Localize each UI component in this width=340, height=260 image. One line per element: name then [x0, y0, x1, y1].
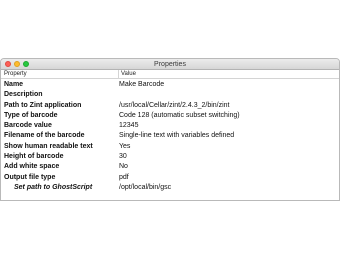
window-title: Properties — [154, 61, 186, 68]
property-name: Height of barcode — [4, 153, 64, 161]
property-name: Output file type — [4, 173, 56, 181]
property-name: Barcode value — [4, 122, 52, 130]
property-name: Set path to GhostScript — [14, 183, 93, 191]
table-row[interactable]: Add white space No — [1, 162, 339, 172]
property-value[interactable]: Make Barcode — [119, 80, 164, 90]
table-row[interactable]: Filename of the barcode Single-line text… — [1, 131, 339, 141]
property-value[interactable]: pdf — [119, 173, 129, 183]
property-value[interactable]: /usr/local/Cellar/zint/2.4.3_2/bin/zint — [119, 101, 230, 111]
table-row[interactable]: Height of barcode 30 — [1, 152, 339, 162]
property-value[interactable]: Yes — [119, 142, 130, 152]
table-row[interactable]: Type of barcode Code 128 (automatic subs… — [1, 111, 339, 121]
table-row[interactable]: Name Make Barcode — [1, 80, 339, 90]
table-row[interactable]: Path to Zint application /usr/local/Cell… — [1, 101, 339, 111]
property-value[interactable]: Code 128 (automatic subset switching) — [119, 111, 240, 121]
property-name: Description — [4, 91, 43, 99]
property-value[interactable]: 30 — [119, 152, 127, 162]
column-header-value[interactable]: Value — [118, 70, 136, 79]
properties-table: Name Make Barcode Description Path to Zi… — [1, 80, 339, 193]
table-header: Property Value — [1, 70, 339, 79]
properties-window: Properties Property Value Name Make Barc… — [0, 58, 340, 201]
property-value[interactable]: 12345 — [119, 121, 138, 131]
column-header-property[interactable]: Property — [4, 70, 27, 79]
property-value[interactable]: Single-line text with variables defined — [119, 131, 234, 141]
table-row[interactable]: Set path to GhostScript /opt/local/bin/g… — [1, 183, 339, 193]
table-row[interactable]: Barcode value 12345 — [1, 121, 339, 131]
table-row[interactable]: Show human readable text Yes — [1, 142, 339, 152]
title-bar[interactable]: Properties — [1, 59, 339, 70]
property-value[interactable]: No — [119, 162, 128, 172]
table-row[interactable]: Description — [1, 90, 339, 100]
property-name: Filename of the barcode — [4, 132, 85, 140]
property-name: Name — [4, 81, 24, 88]
property-name: Path to Zint application — [4, 101, 82, 109]
property-name: Add white space — [4, 163, 60, 171]
property-name: Type of barcode — [4, 111, 58, 119]
table-row[interactable]: Output file type pdf — [1, 173, 339, 183]
property-name: Show human readable text — [4, 142, 93, 150]
property-value[interactable]: /opt/local/bin/gsc — [119, 183, 171, 193]
